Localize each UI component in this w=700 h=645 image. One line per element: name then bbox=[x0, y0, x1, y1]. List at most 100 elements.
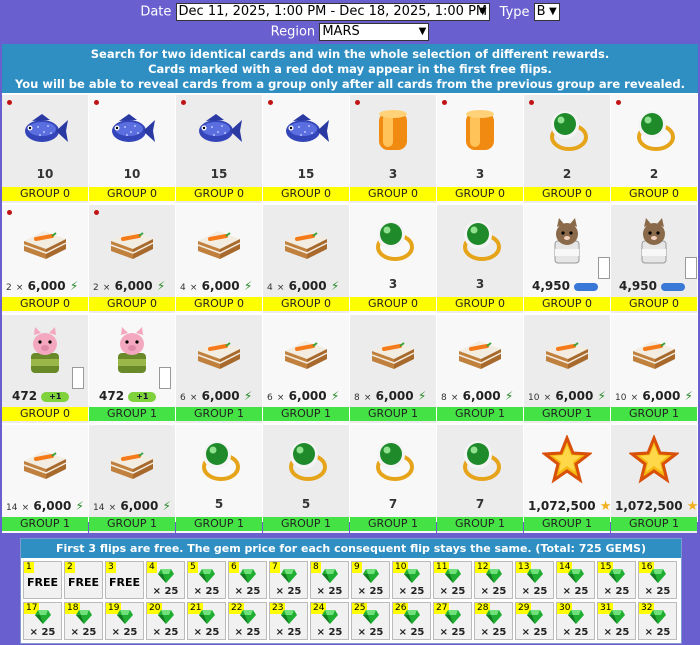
reward-card[interactable]: 1,072,500 ★ GROUP 1 bbox=[611, 425, 698, 533]
reward-card[interactable]: 4 × 6,000 ⚡ GROUP 0 bbox=[176, 205, 262, 313]
reward-card[interactable]: 2 × 6,000 ⚡ GROUP 0 bbox=[89, 205, 175, 313]
reward-amount: 1,072,500 ★ bbox=[615, 499, 698, 514]
region-select[interactable]: MARS ▼ bbox=[319, 23, 430, 41]
emerald-ring-icon bbox=[194, 435, 244, 485]
card-text: × bbox=[21, 503, 30, 513]
date-select[interactable]: Dec 11, 2025, 1:00 PM - Dec 18, 2025, 1:… bbox=[175, 3, 490, 21]
reward-card[interactable]: 3 GROUP 0 bbox=[350, 205, 436, 313]
flip-cost: × 25 bbox=[480, 586, 507, 597]
reward-card[interactable]: 5 GROUP 1 bbox=[176, 425, 262, 533]
date-select-value: Dec 11, 2025, 1:00 PM - Dec 18, 2025, 1:… bbox=[178, 4, 488, 19]
fish-icon bbox=[281, 105, 331, 155]
flip-cost: × 25 bbox=[275, 586, 302, 597]
flip-cost: × 25 bbox=[70, 627, 97, 638]
reward-card[interactable]: 8 × 6,000 ⚡ GROUP 1 bbox=[437, 315, 523, 423]
card-text: × bbox=[450, 393, 459, 403]
reward-card[interactable]: 10 GROUP 0 bbox=[89, 95, 175, 203]
region-label: Region bbox=[270, 24, 316, 40]
reward-amount: 6 × 6,000 ⚡ bbox=[267, 389, 339, 403]
gem-icon bbox=[444, 568, 462, 584]
gem-icon bbox=[75, 609, 93, 625]
reward-card[interactable]: 3 GROUP 0 bbox=[437, 205, 523, 313]
type-select[interactable]: B ▼ bbox=[533, 3, 560, 21]
reward-card[interactable]: 2 GROUP 0 bbox=[524, 95, 610, 203]
flip-cost: × 25 bbox=[521, 586, 548, 597]
flip-number: 5 bbox=[188, 562, 198, 573]
reward-card[interactable]: 7 GROUP 1 bbox=[350, 425, 436, 533]
reward-card[interactable]: 10 × 6,000 ⚡ GROUP 1 bbox=[611, 315, 697, 423]
reward-amount: 8 × 6,000 ⚡ bbox=[441, 389, 513, 403]
flip-cost: × 25 bbox=[603, 627, 630, 638]
reward-card[interactable]: 8 × 6,000 ⚡ GROUP 1 bbox=[350, 315, 436, 423]
reward-card[interactable]: 472 +1 GROUP 0 bbox=[2, 315, 88, 423]
reward-card[interactable]: 15 GROUP 0 bbox=[176, 95, 262, 203]
reward-card[interactable]: 6 × 6,000 ⚡ GROUP 1 bbox=[176, 315, 262, 423]
reward-amount: 4,950 bbox=[532, 279, 599, 293]
reward-amount: 3 bbox=[388, 167, 398, 181]
reward-amount: 472 +1 bbox=[99, 389, 157, 403]
reward-amount: 14 × 6,000 ⚡ bbox=[93, 499, 171, 513]
instructions-banner: Search for two identical cards and win t… bbox=[2, 44, 698, 93]
flip-slot: 21 × 25 bbox=[187, 602, 226, 640]
lightning-icon: ⚡ bbox=[69, 279, 79, 293]
card-text: 10 bbox=[615, 393, 627, 403]
group-label: GROUP 1 bbox=[89, 407, 175, 421]
reward-card[interactable]: 3 GROUP 0 bbox=[350, 95, 436, 203]
checkbox[interactable] bbox=[72, 367, 84, 389]
flip-slot: 25 × 25 bbox=[351, 602, 390, 640]
group-label: GROUP 1 bbox=[524, 407, 610, 421]
emerald-ring-icon bbox=[368, 215, 418, 265]
flip-cost: × 25 bbox=[480, 627, 507, 638]
reward-card[interactable]: 10 × 6,000 ⚡ GROUP 1 bbox=[524, 315, 610, 423]
gem-icon bbox=[116, 609, 134, 625]
group-label: GROUP 1 bbox=[350, 517, 436, 531]
checkbox[interactable] bbox=[598, 257, 610, 279]
flip-cost: × 25 bbox=[316, 586, 343, 597]
pig-jar-icon bbox=[107, 325, 157, 375]
reward-card[interactable]: 7 GROUP 1 bbox=[437, 425, 523, 533]
emerald-ring-icon bbox=[542, 105, 592, 155]
flip-slot: 29 × 25 bbox=[515, 602, 554, 640]
reward-card[interactable]: 472 +1 GROUP 1 bbox=[89, 315, 175, 423]
reward-card[interactable]: 4,950 GROUP 0 bbox=[524, 205, 610, 313]
reward-card[interactable]: 4 × 6,000 ⚡ GROUP 0 bbox=[263, 205, 349, 313]
flip-number: 6 bbox=[229, 562, 239, 573]
reward-amount: 14 × 6,000 ⚡ bbox=[6, 499, 84, 513]
checkbox[interactable] bbox=[159, 367, 171, 389]
reward-card[interactable]: 14 × 6,000 ⚡ GROUP 1 bbox=[89, 425, 175, 533]
blue-pill-icon bbox=[661, 282, 686, 291]
reward-amount: 3 bbox=[475, 277, 485, 291]
flip-number: 3 bbox=[106, 562, 116, 573]
flip-cost: × 25 bbox=[644, 627, 671, 638]
reward-card[interactable]: 4,950 GROUP 0 bbox=[611, 205, 697, 313]
group-label: GROUP 0 bbox=[524, 297, 610, 311]
reward-card[interactable]: 15 GROUP 0 bbox=[263, 95, 349, 203]
flip-cost: × 25 bbox=[357, 586, 384, 597]
reward-card[interactable]: 14 × 6,000 ⚡ GROUP 1 bbox=[2, 425, 88, 533]
star-icon: ★ bbox=[599, 499, 612, 514]
gem-icon bbox=[649, 568, 667, 584]
reward-card[interactable]: 6 × 6,000 ⚡ GROUP 1 bbox=[263, 315, 349, 423]
gem-icon bbox=[198, 568, 216, 584]
gem-icon bbox=[649, 609, 667, 625]
reward-card[interactable]: 10 GROUP 0 bbox=[2, 95, 88, 203]
reward-amount: 1,072,500 ★ bbox=[528, 499, 611, 514]
reward-card[interactable]: 1,072,500 ★ GROUP 1 bbox=[524, 425, 611, 533]
reward-card[interactable]: 5 GROUP 1 bbox=[263, 425, 349, 533]
gem-icon bbox=[157, 568, 175, 584]
reward-amount: 5 bbox=[214, 497, 224, 511]
card-text: 6,000 bbox=[201, 279, 240, 293]
reward-card[interactable]: 2 × 6,000 ⚡ GROUP 0 bbox=[2, 205, 88, 313]
card-text: 6,000 bbox=[288, 389, 327, 403]
card-text: 6,000 bbox=[27, 279, 66, 293]
emerald-ring-icon bbox=[455, 215, 505, 265]
lightning-icon: ⚡ bbox=[504, 389, 514, 403]
gem-icon bbox=[485, 609, 503, 625]
flip-slot: 10 × 25 bbox=[392, 561, 431, 599]
carrot-cake-icon bbox=[194, 325, 244, 375]
emerald-ring-icon bbox=[368, 435, 418, 485]
card-text: 8 bbox=[354, 393, 360, 403]
reward-card[interactable]: 3 GROUP 0 bbox=[437, 95, 523, 203]
reward-card[interactable]: 2 GROUP 0 bbox=[611, 95, 697, 203]
checkbox[interactable] bbox=[685, 257, 697, 279]
